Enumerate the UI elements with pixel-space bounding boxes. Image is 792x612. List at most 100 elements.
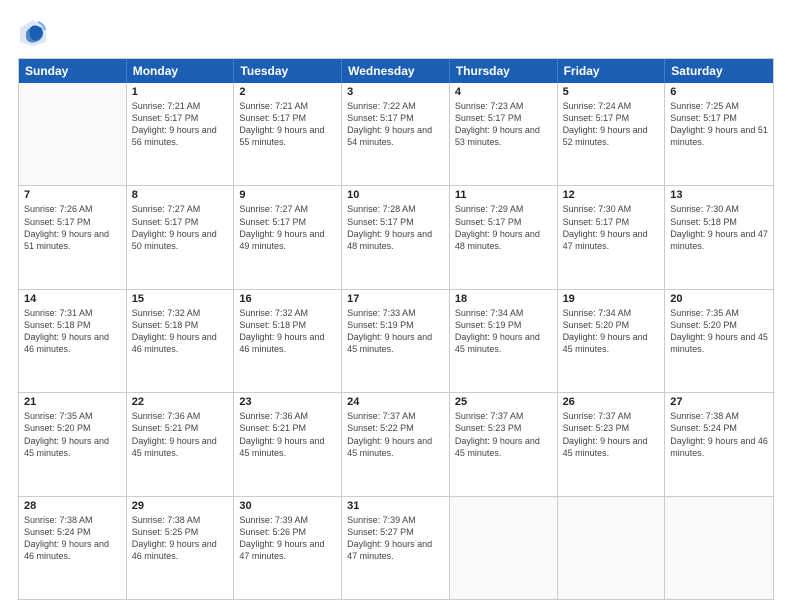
info-line: Sunset: 5:18 PM [670, 216, 768, 228]
calendar-cell: 30Sunrise: 7:39 AMSunset: 5:26 PMDayligh… [234, 497, 342, 599]
info-line: Sunset: 5:19 PM [347, 319, 444, 331]
info-line: Sunrise: 7:36 AM [239, 410, 336, 422]
info-line: Sunset: 5:17 PM [347, 216, 444, 228]
info-line: Sunrise: 7:21 AM [239, 100, 336, 112]
header-day-wednesday: Wednesday [342, 59, 450, 83]
calendar-cell: 10 Sunrise: 7:28 AMSunset: 5:17 PMDayligh… [342, 186, 450, 288]
info-line: Daylight: 9 hours and 55 minutes. [239, 124, 336, 148]
day-number: 24 [347, 396, 444, 408]
info-line: Daylight: 9 hours and 45 minutes. [563, 435, 660, 459]
info-line: Sunset: 5:20 PM [563, 319, 660, 331]
day-number: 27 [670, 396, 768, 408]
info-line: Daylight: 9 hours and 49 minutes. [239, 228, 336, 252]
info-line: Daylight: 9 hours and 45 minutes. [455, 331, 552, 355]
info-line: Sunrise: 7:34 AM [455, 307, 552, 319]
info-line: Sunrise: 7:25 AM [670, 100, 768, 112]
info-line: Sunrise: 7:30 AM [670, 203, 768, 215]
day-number: 25 [455, 396, 552, 408]
info-line: Sunrise: 7:22 AM [347, 100, 444, 112]
info-line: Daylight: 9 hours and 45 minutes. [347, 331, 444, 355]
info-line: Sunrise: 7:33 AM [347, 307, 444, 319]
info-line: Sunset: 5:26 PM [239, 526, 336, 538]
day-number: 19 [563, 293, 660, 305]
day-number: 12 [563, 189, 660, 201]
day-number: 26 [563, 396, 660, 408]
header-day-saturday: Saturday [665, 59, 773, 83]
info-line: Sunrise: 7:38 AM [24, 514, 121, 526]
header-day-thursday: Thursday [450, 59, 558, 83]
info-line: Daylight: 9 hours and 45 minutes. [132, 435, 229, 459]
calendar-cell: 23Sunrise: 7:36 AMSunset: 5:21 PMDayligh… [234, 393, 342, 495]
calendar-row-1: 1Sunrise: 7:21 AMSunset: 5:17 PMDaylight… [19, 83, 773, 185]
header-day-tuesday: Tuesday [234, 59, 342, 83]
calendar-cell: 16Sunrise: 7:32 AMSunset: 5:18 PMDayligh… [234, 290, 342, 392]
info-line: Sunrise: 7:37 AM [347, 410, 444, 422]
calendar-cell: 24Sunrise: 7:37 AMSunset: 5:22 PMDayligh… [342, 393, 450, 495]
day-number: 15 [132, 293, 229, 305]
info-line: Daylight: 9 hours and 45 minutes. [24, 435, 121, 459]
info-line: Daylight: 9 hours and 45 minutes. [455, 435, 552, 459]
calendar-row-5: 28Sunrise: 7:38 AMSunset: 5:24 PMDayligh… [19, 496, 773, 599]
calendar-cell: 6Sunrise: 7:25 AMSunset: 5:17 PMDaylight… [665, 83, 773, 185]
info-line: Sunset: 5:17 PM [347, 112, 444, 124]
info-line: Sunrise: 7:34 AM [563, 307, 660, 319]
info-line: Sunrise: 7:32 AM [239, 307, 336, 319]
calendar-cell: 13Sunrise: 7:30 AMSunset: 5:18 PMDayligh… [665, 186, 773, 288]
calendar-cell: 27Sunrise: 7:38 AMSunset: 5:24 PMDayligh… [665, 393, 773, 495]
info-line: Sunset: 5:21 PM [239, 422, 336, 434]
calendar-cell: 18 Sunrise: 7:34 AMSunset: 5:19 PMDayligh… [450, 290, 558, 392]
calendar-cell [19, 83, 127, 185]
info-line: Sunrise: 7:31 AM [24, 307, 121, 319]
day-number: 20 [670, 293, 768, 305]
info-line: Daylight: 9 hours and 47 minutes. [347, 538, 444, 562]
info-line: Daylight: 9 hours and 52 minutes. [563, 124, 660, 148]
info-line: Sunrise: 7:24 AM [563, 100, 660, 112]
info-line: Daylight: 9 hours and 54 minutes. [347, 124, 444, 148]
day-number: 13 [670, 189, 768, 201]
calendar-cell: 9Sunrise: 7:27 AMSunset: 5:17 PMDaylight… [234, 186, 342, 288]
info-line: Daylight: 9 hours and 45 minutes. [670, 331, 768, 355]
calendar-body: 1Sunrise: 7:21 AMSunset: 5:17 PMDaylight… [19, 83, 773, 599]
info-line: Sunrise: 7:28 AM [347, 203, 444, 215]
info-line: Sunrise: 7:36 AM [132, 410, 229, 422]
info-line: Daylight: 9 hours and 53 minutes. [455, 124, 552, 148]
day-number: 6 [670, 86, 768, 98]
day-number: 8 [132, 189, 229, 201]
info-line: Daylight: 9 hours and 46 minutes. [132, 331, 229, 355]
info-line: Sunrise: 7:23 AM [455, 100, 552, 112]
day-number: 9 [239, 189, 336, 201]
calendar-cell: 7Sunrise: 7:26 AMSunset: 5:17 PMDaylight… [19, 186, 127, 288]
calendar-cell: 19Sunrise: 7:34 AMSunset: 5:20 PMDayligh… [558, 290, 666, 392]
day-number: 4 [455, 86, 552, 98]
header [18, 18, 774, 48]
day-number: 10 [347, 189, 444, 201]
day-number: 7 [24, 189, 121, 201]
info-line: Sunset: 5:20 PM [670, 319, 768, 331]
day-number: 18 [455, 293, 552, 305]
info-line: Sunrise: 7:27 AM [239, 203, 336, 215]
info-line: Sunset: 5:18 PM [24, 319, 121, 331]
info-line: Sunrise: 7:26 AM [24, 203, 121, 215]
info-line: Sunrise: 7:39 AM [347, 514, 444, 526]
info-line: Daylight: 9 hours and 48 minutes. [347, 228, 444, 252]
calendar-cell: 29Sunrise: 7:38 AMSunset: 5:25 PMDayligh… [127, 497, 235, 599]
info-line: Sunset: 5:23 PM [455, 422, 552, 434]
header-day-sunday: Sunday [19, 59, 127, 83]
info-line: Sunset: 5:24 PM [670, 422, 768, 434]
info-line: Daylight: 9 hours and 51 minutes. [670, 124, 768, 148]
calendar-row-2: 7Sunrise: 7:26 AMSunset: 5:17 PMDaylight… [19, 185, 773, 288]
info-line: Sunset: 5:19 PM [455, 319, 552, 331]
day-number: 23 [239, 396, 336, 408]
info-line: Sunrise: 7:39 AM [239, 514, 336, 526]
info-line: Sunrise: 7:35 AM [24, 410, 121, 422]
info-line: Daylight: 9 hours and 47 minutes. [563, 228, 660, 252]
calendar-cell: 22Sunrise: 7:36 AMSunset: 5:21 PMDayligh… [127, 393, 235, 495]
calendar-cell: 1Sunrise: 7:21 AMSunset: 5:17 PMDaylight… [127, 83, 235, 185]
info-line: Sunrise: 7:38 AM [132, 514, 229, 526]
calendar-cell [450, 497, 558, 599]
info-line: Daylight: 9 hours and 51 minutes. [24, 228, 121, 252]
calendar-cell [665, 497, 773, 599]
calendar-cell: 20Sunrise: 7:35 AMSunset: 5:20 PMDayligh… [665, 290, 773, 392]
day-number: 1 [132, 86, 229, 98]
info-line: Daylight: 9 hours and 50 minutes. [132, 228, 229, 252]
